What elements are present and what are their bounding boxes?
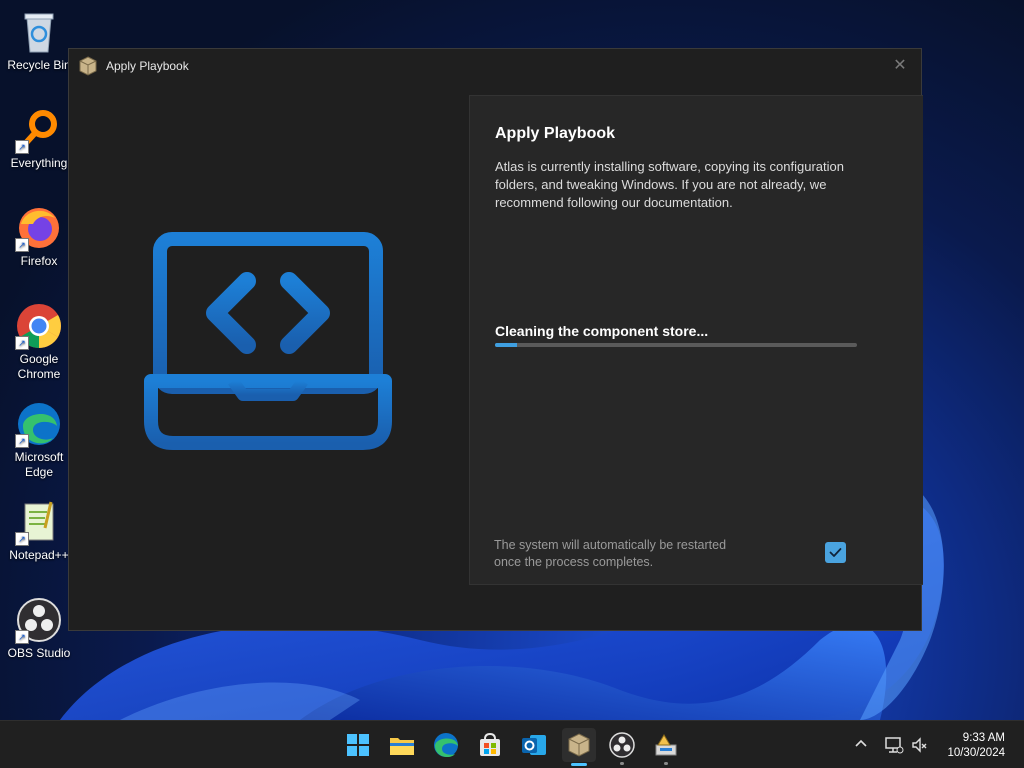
laptop-code-illustration (143, 231, 393, 451)
desktop-icon-label: Recycle Bin (7, 58, 71, 72)
taskbar-obs[interactable] (606, 729, 638, 765)
running-indicator (620, 762, 624, 765)
shortcut-arrow-icon: ↗ (15, 434, 29, 448)
everything-icon: ↗ (15, 106, 63, 154)
window-title: Apply Playbook (106, 59, 189, 73)
shortcut-arrow-icon: ↗ (15, 238, 29, 252)
desktop-icon-notepadpp[interactable]: ↗ Notepad++ (2, 498, 76, 563)
chrome-icon: ↗ (15, 302, 63, 350)
taskbar-store[interactable] (474, 729, 506, 761)
panel-heading: Apply Playbook (495, 125, 616, 142)
clock[interactable]: 9:33 AM 10/30/2024 (947, 731, 1005, 761)
desktop-icon-firefox[interactable]: ↗ Firefox (2, 204, 76, 269)
taskbar-edge[interactable] (430, 729, 462, 761)
shortcut-arrow-icon: ↗ (15, 630, 29, 644)
edge-icon (434, 733, 458, 758)
shortcut-arrow-icon: ↗ (15, 140, 29, 154)
panel-description: Atlas is currently installing software, … (495, 159, 844, 210)
checkmark-icon (829, 548, 842, 557)
desktop-icon-everything[interactable]: ↗ Everything (2, 106, 76, 171)
chevron-up-icon (855, 739, 867, 747)
current-task-status: Cleaning the component store... (495, 323, 709, 339)
desktop-icon-label: Google Chrome (17, 352, 61, 381)
taskbar-file-explorer[interactable] (386, 729, 418, 761)
clock-time: 9:33 AM (962, 732, 1005, 744)
desktop-icon-label: Everything (10, 156, 68, 170)
running-indicator (664, 762, 668, 765)
clock-date: 10/30/2024 (947, 747, 1005, 759)
apply-playbook-window: Apply Playbook ✕ Apply Playbook Atlas is… (68, 48, 923, 631)
network-icon (885, 737, 904, 754)
taskbar-ame-wizard[interactable] (650, 729, 682, 765)
shortcut-arrow-icon: ↗ (15, 532, 29, 546)
desktop-icon-label: Notepad++ (9, 548, 69, 562)
network-status-button[interactable] (884, 735, 904, 755)
start-button[interactable] (342, 729, 374, 761)
taskbar: 9:33 AM 10/30/2024 (0, 720, 1024, 768)
desktop-icon-obs[interactable]: ↗ OBS Studio (2, 596, 76, 661)
shortcut-arrow-icon: ↗ (15, 336, 29, 350)
desktop-icon-chrome[interactable]: ↗ Google Chrome (2, 302, 76, 382)
edge-icon: ↗ (15, 400, 63, 448)
desktop-icon-recycle-bin[interactable]: Recycle Bin (2, 8, 76, 73)
close-icon: ✕ (893, 57, 907, 74)
taskbar-outlook[interactable] (518, 729, 550, 761)
window-titlebar[interactable]: Apply Playbook ✕ (69, 49, 921, 83)
outlook-icon (522, 735, 546, 755)
active-indicator (571, 763, 587, 766)
package-icon (78, 56, 98, 76)
desktop-icon-label: Firefox (20, 254, 58, 268)
wizard-icon (655, 734, 677, 756)
obs-icon: ↗ (15, 596, 63, 644)
restart-checkbox[interactable] (825, 542, 846, 563)
show-hidden-icons-button[interactable] (852, 735, 870, 753)
desktop-icon-label: OBS Studio (7, 646, 71, 660)
close-button[interactable]: ✕ (887, 53, 913, 79)
progress-bar-fill (495, 343, 517, 347)
progress-bar (495, 343, 857, 347)
restart-note: The system will automatically be restart… (494, 538, 727, 569)
speaker-muted-icon (912, 737, 927, 753)
package-icon (568, 733, 590, 757)
firefox-icon: ↗ (15, 204, 63, 252)
desktop-icon-label: Microsoft Edge (14, 450, 64, 479)
obs-icon (609, 732, 635, 758)
windows-icon (347, 734, 369, 756)
volume-button[interactable] (910, 735, 930, 755)
notepadpp-icon: ↗ (15, 498, 63, 546)
recycle-bin-icon (15, 8, 63, 56)
folder-icon (390, 738, 414, 755)
desktop-icon-edge[interactable]: ↗ Microsoft Edge (2, 400, 76, 480)
store-icon (480, 732, 500, 756)
taskbar-atlas-playbook[interactable] (562, 728, 596, 766)
playbook-status-panel: Apply Playbook Atlas is currently instal… (469, 95, 923, 585)
